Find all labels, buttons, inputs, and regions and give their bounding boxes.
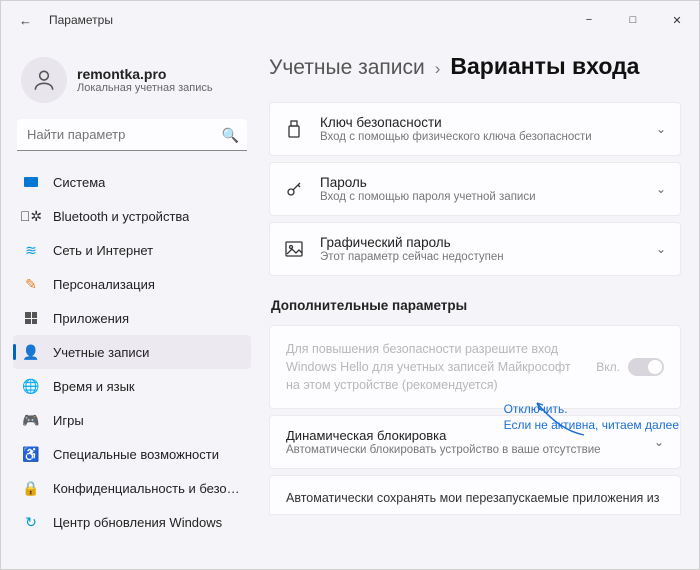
setting-dynamic-lock[interactable]: Динамическая блокировка Автоматически бл…: [269, 415, 681, 469]
user-profile[interactable]: remontka.pro Локальная учетная запись: [9, 47, 259, 119]
search-icon: 🔍: [222, 127, 239, 144]
accessibility-icon: ♿: [23, 446, 39, 462]
window-title: Параметры: [49, 13, 113, 27]
accounts-icon: 👤: [23, 344, 39, 360]
card-subtitle: Этот параметр сейчас недоступен: [320, 251, 656, 263]
chevron-down-icon: ⌄: [654, 435, 664, 449]
card-password[interactable]: Пароль Вход с помощью пароля учетной зап…: [269, 162, 681, 216]
maximize-button[interactable]: □: [611, 1, 655, 39]
back-button[interactable]: ←: [19, 13, 35, 28]
sidebar-item-time[interactable]: 🌐 Время и язык: [13, 369, 251, 403]
hello-text: Для повышения безопасности разрешите вхо…: [286, 340, 596, 394]
breadcrumb-current: Варианты входа: [450, 53, 639, 80]
sidebar-item-accounts[interactable]: 👤 Учетные записи: [13, 335, 251, 369]
games-icon: 🎮: [23, 412, 39, 428]
avatar-icon: [21, 57, 67, 103]
usb-key-icon: [284, 120, 304, 138]
card-security-key[interactable]: Ключ безопасности Вход с помощью физичес…: [269, 102, 681, 156]
close-button[interactable]: ✕: [655, 1, 699, 39]
time-icon: 🌐: [23, 378, 39, 394]
user-name: remontka.pro: [77, 66, 213, 82]
sidebar-item-privacy[interactable]: 🔒 Конфиденциальность и безопасность: [13, 471, 251, 505]
wifi-icon: ≋: [23, 242, 39, 258]
sidebar-item-accessibility[interactable]: ♿ Специальные возможности: [13, 437, 251, 471]
card-subtitle: Вход с помощью физического ключа безопас…: [320, 131, 656, 143]
privacy-icon: 🔒: [23, 480, 39, 496]
sidebar-item-update[interactable]: ↻ Центр обновления Windows: [13, 505, 251, 539]
picture-icon: [284, 241, 304, 257]
sidebar-item-apps[interactable]: Приложения: [13, 301, 251, 335]
chevron-down-icon: ⌄: [656, 182, 666, 196]
hello-toggle[interactable]: [628, 358, 664, 376]
card-title: Графический пароль: [320, 235, 656, 250]
user-subtitle: Локальная учетная запись: [77, 82, 213, 94]
card-subtitle: Вход с помощью пароля учетной записи: [320, 191, 656, 203]
personalization-icon: ✎: [23, 276, 39, 292]
bluetooth-icon: ✲: [23, 208, 39, 224]
dynamic-lock-title: Динамическая блокировка: [286, 428, 654, 443]
toggle-label: Вкл.: [596, 360, 620, 374]
chevron-down-icon: ⌄: [656, 242, 666, 256]
sidebar-item-network[interactable]: ≋ Сеть и Интернет: [13, 233, 251, 267]
chevron-down-icon: ⌄: [656, 122, 666, 136]
setting-windows-hello: Для повышения безопасности разрешите вхо…: [269, 325, 681, 409]
chevron-right-icon: ›: [435, 59, 441, 79]
card-title: Ключ безопасности: [320, 115, 656, 130]
dynamic-lock-subtitle: Автоматически блокировать устройство в в…: [286, 444, 654, 456]
system-icon: [23, 174, 39, 190]
minimize-button[interactable]: −: [567, 1, 611, 39]
search-input[interactable]: [17, 119, 247, 151]
card-title: Пароль: [320, 175, 656, 190]
setting-auto-restart: Автоматически сохранять мои перезапускае…: [269, 475, 681, 515]
breadcrumb: Учетные записи › Варианты входа: [269, 53, 681, 80]
sidebar-item-bluetooth[interactable]: ✲ Bluetooth и устройства: [13, 199, 251, 233]
sidebar-item-system[interactable]: Система: [13, 165, 251, 199]
auto-restart-text: Автоматически сохранять мои перезапускае…: [286, 491, 660, 505]
key-icon: [284, 180, 304, 198]
update-icon: ↻: [23, 514, 39, 530]
search-container: 🔍: [17, 119, 247, 151]
additional-section-title: Дополнительные параметры: [271, 298, 681, 313]
sidebar-item-personalization[interactable]: ✎ Персонализация: [13, 267, 251, 301]
breadcrumb-parent[interactable]: Учетные записи: [269, 56, 425, 80]
sidebar-item-games[interactable]: 🎮 Игры: [13, 403, 251, 437]
card-picture-password[interactable]: Графический пароль Этот параметр сейчас …: [269, 222, 681, 276]
apps-icon: [23, 310, 39, 326]
